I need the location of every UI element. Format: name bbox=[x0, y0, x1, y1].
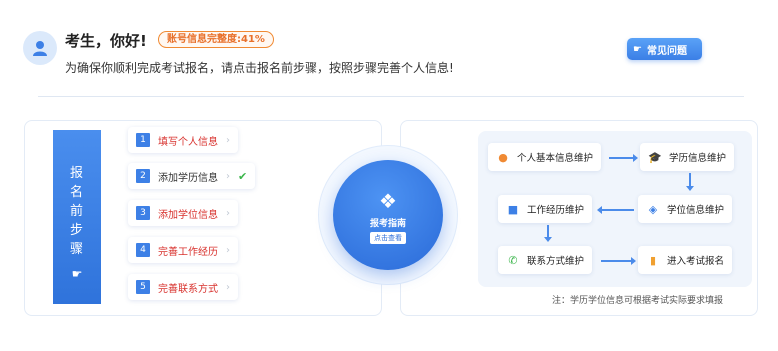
hand-pointer-icon: ☛ bbox=[633, 43, 642, 55]
briefcase-icon: ■ bbox=[507, 202, 519, 216]
header-divider bbox=[38, 96, 744, 97]
banner-char: 步 bbox=[69, 223, 84, 238]
flow-arrow bbox=[686, 173, 694, 191]
step-work-experience[interactable]: 4 完善工作经历 › bbox=[128, 237, 238, 263]
guide-view-button[interactable]: 点击查看 bbox=[370, 232, 406, 244]
exam-guide-button[interactable]: ❖ 报考指南 点击查看 bbox=[333, 160, 443, 270]
flow-node-work[interactable]: ■ 工作经历维护 bbox=[498, 195, 593, 223]
chevron-right-icon: › bbox=[226, 170, 230, 182]
chevron-right-icon: › bbox=[226, 244, 230, 256]
faq-button[interactable]: ☛ 常见问题 bbox=[627, 38, 702, 60]
instruction-text: 为确保你顺利完成考试报名，请点击报名前步骤，按照步骤完善个人信息! bbox=[65, 61, 454, 75]
banner-char: 报 bbox=[69, 166, 84, 181]
flow-node-degree[interactable]: ◈ 学位信息维护 bbox=[638, 195, 733, 223]
completeness-badge: 账号信息完整度:41% bbox=[158, 31, 274, 48]
step-number: 2 bbox=[136, 169, 150, 183]
document-icon: ▮ bbox=[649, 253, 657, 267]
person-icon: ● bbox=[498, 150, 508, 164]
flow-node-label: 学历信息维护 bbox=[669, 153, 727, 164]
greeting-title: 考生，你好! bbox=[65, 32, 147, 50]
step-fill-personal-info[interactable]: 1 填写个人信息 › bbox=[128, 127, 238, 153]
user-avatar bbox=[23, 31, 57, 65]
flow-node-label: 工作经历维护 bbox=[527, 205, 585, 216]
step-label: 完善工作经历 bbox=[158, 246, 218, 258]
step-label: 添加学位信息 bbox=[158, 209, 218, 221]
step-add-degree[interactable]: 3 添加学位信息 › bbox=[128, 200, 238, 226]
check-icon: ✔ bbox=[238, 169, 248, 183]
flow-node-personal[interactable]: ● 个人基本信息维护 bbox=[488, 143, 602, 171]
flow-arrow bbox=[601, 257, 636, 265]
flow-node-label: 个人基本信息维护 bbox=[517, 153, 594, 164]
step-number: 3 bbox=[136, 206, 150, 220]
guide-title: 报考指南 bbox=[369, 219, 406, 229]
phone-icon: ✆ bbox=[508, 253, 518, 267]
flow-node-label: 进入考试报名 bbox=[667, 256, 725, 267]
banner-char: 骤 bbox=[69, 242, 84, 257]
flow-arrow bbox=[597, 206, 634, 214]
step-number: 5 bbox=[136, 280, 150, 294]
pre-registration-banner: 报 名 前 步 骤 ☛ bbox=[53, 130, 101, 304]
flow-arrow bbox=[544, 225, 552, 242]
step-contact-info[interactable]: 5 完善联系方式 › bbox=[128, 274, 238, 300]
step-number: 4 bbox=[136, 243, 150, 257]
flow-node-label: 学位信息维护 bbox=[667, 205, 725, 216]
chevron-right-icon: › bbox=[226, 281, 230, 293]
flow-arrow bbox=[609, 154, 638, 162]
step-label: 完善联系方式 bbox=[158, 283, 218, 295]
medal-icon: ◈ bbox=[648, 202, 658, 216]
flow-node-contact[interactable]: ✆ 联系方式维护 bbox=[498, 246, 593, 274]
flow-node-education[interactable]: 🎓 学历信息维护 bbox=[640, 143, 735, 171]
flow-note: 注：学历学位信息可根据考试实际要求填报 bbox=[552, 296, 724, 306]
step-label: 填写个人信息 bbox=[158, 136, 218, 148]
banner-char: 前 bbox=[69, 204, 84, 219]
step-number: 1 bbox=[136, 133, 150, 147]
flow-node-label: 联系方式维护 bbox=[527, 256, 585, 267]
step-add-education[interactable]: 2 添加学历信息 › ✔ bbox=[128, 163, 256, 189]
chevron-right-icon: › bbox=[226, 134, 230, 146]
hand-pointer-icon: ☛ bbox=[71, 267, 83, 281]
chevron-right-icon: › bbox=[226, 207, 230, 219]
grid-icon: ❖ bbox=[379, 189, 397, 213]
header: 考生，你好! 账号信息完整度:41% 为确保你顺利完成考试报名，请点击报名前步骤… bbox=[0, 0, 778, 100]
faq-button-label: 常见问题 bbox=[646, 45, 687, 57]
user-icon bbox=[33, 41, 47, 56]
step-label: 添加学历信息 bbox=[158, 172, 218, 184]
flow-node-enter-registration[interactable]: ▮ 进入考试报名 bbox=[638, 246, 733, 274]
banner-char: 名 bbox=[69, 185, 84, 200]
graduation-cap-icon: 🎓 bbox=[648, 150, 662, 164]
